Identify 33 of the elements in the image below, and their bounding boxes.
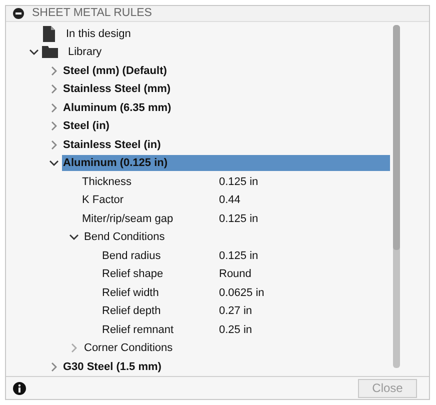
folder-icon [42, 46, 58, 58]
rule-item[interactable]: Stainless Steel (mm) [62, 81, 390, 98]
info-icon[interactable] [13, 382, 26, 395]
property-value: 0.0625 in [219, 286, 266, 299]
collapse-icon[interactable] [13, 8, 24, 19]
property-value: Round [219, 268, 252, 280]
property-name: Relief shape [102, 268, 164, 280]
property-name: Relief remnant [102, 324, 174, 336]
property-name: Thickness [82, 176, 132, 188]
rule-item[interactable]: Steel (mm) (Default) [62, 62, 390, 79]
property-value: 0.27 in [219, 305, 254, 318]
rule-item[interactable]: G30 Steel (1.5 mm) [62, 358, 390, 375]
scrollbar[interactable] [393, 24, 400, 368]
rule-item[interactable]: Stainless Steel (in) [62, 136, 390, 153]
group-label[interactable]: Bend Conditions [82, 231, 165, 244]
folder-label[interactable]: Library [66, 46, 102, 58]
property-name: Miter/rip/seam gap [82, 212, 174, 225]
property-value: 0.25 in [219, 324, 254, 336]
panel-title: SHEET METAL RULES [32, 7, 152, 20]
property-value: 0.125 in [219, 212, 260, 225]
property-value: 0.44 [219, 194, 242, 206]
property-value: 0.125 in [219, 250, 260, 262]
property-name: Relief width [102, 286, 159, 299]
property-name: K Factor [82, 194, 124, 206]
rule-item[interactable]: Steel (in) [62, 118, 390, 134]
rule-item[interactable]: Aluminum (6.35 mm) [62, 100, 390, 116]
property-value: 0.125 in [219, 176, 260, 188]
tree-item[interactable]: In this design [64, 28, 131, 40]
document-icon [42, 26, 56, 42]
rule-item[interactable]: Aluminum (0.125 in) [62, 155, 390, 172]
property-name: Relief depth [102, 305, 161, 318]
group-label[interactable]: Corner Conditions [82, 342, 173, 354]
property-name: Bend radius [102, 250, 161, 262]
